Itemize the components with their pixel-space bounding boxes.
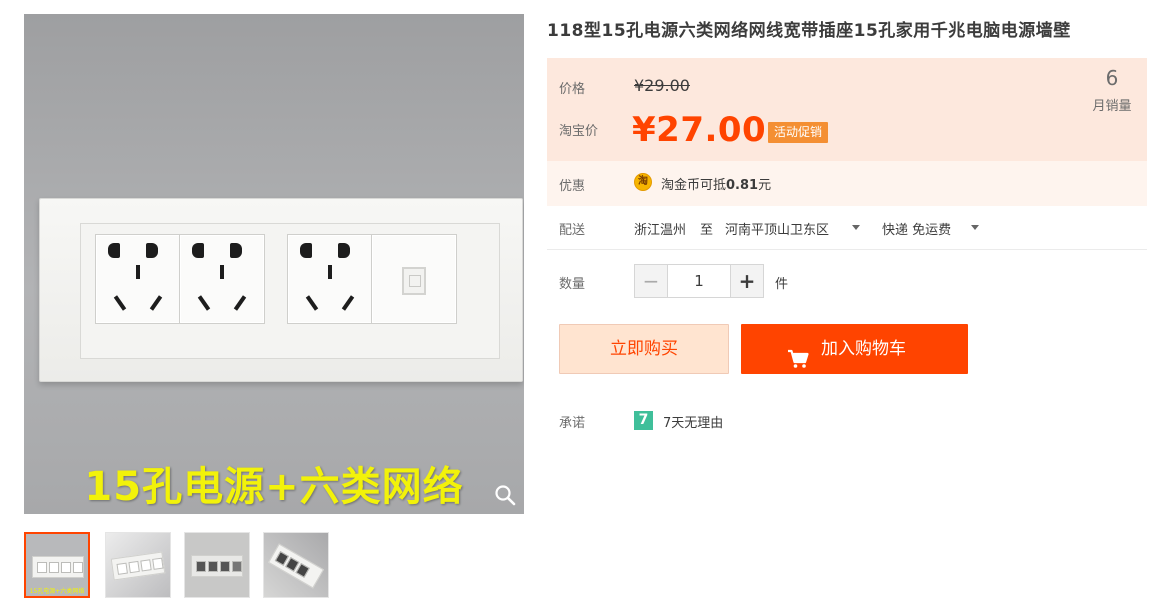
shopping-cart-icon bbox=[787, 339, 809, 368]
thumbnail-1[interactable]: 15孔电源+六类网络 bbox=[24, 532, 90, 598]
discount-label: 优惠 bbox=[559, 179, 586, 194]
taobao-price-label: 淘宝价 bbox=[559, 124, 599, 139]
price-label: 价格 bbox=[559, 82, 586, 97]
monthly-sales-label: 月销量 bbox=[1092, 99, 1132, 114]
shipping-origin: 浙江温州 bbox=[634, 223, 687, 238]
divider bbox=[547, 249, 1147, 250]
thumbnail-3[interactable] bbox=[184, 532, 250, 598]
seven-day-return-icon: 7 bbox=[634, 411, 653, 430]
quantity-label: 数量 bbox=[559, 277, 586, 292]
current-price: ¥27.00 bbox=[632, 110, 767, 150]
socket-frame bbox=[80, 223, 500, 359]
thumbnail-4[interactable] bbox=[263, 532, 329, 598]
power-socket-1 bbox=[95, 234, 181, 324]
power-socket-3 bbox=[287, 234, 373, 324]
caret-down-icon[interactable] bbox=[971, 225, 979, 230]
add-to-cart-label: 加入购物车 bbox=[821, 339, 906, 359]
shipping-destination-select[interactable]: 河南平顶山卫东区 bbox=[725, 219, 829, 238]
search-zoom-icon[interactable] bbox=[494, 484, 516, 506]
taobao-coin-icon: 淘 bbox=[634, 173, 652, 191]
quantity-input[interactable] bbox=[669, 265, 729, 297]
quantity-unit: 件 bbox=[775, 277, 789, 292]
thumbnail-2[interactable] bbox=[105, 532, 171, 598]
socket-plate bbox=[39, 198, 523, 382]
original-price: ¥29.00 bbox=[634, 76, 690, 95]
quantity-decrease-button[interactable]: − bbox=[635, 265, 668, 297]
add-to-cart-button[interactable]: 加入购物车 bbox=[741, 324, 968, 374]
shipping-method-select[interactable]: 快递 免运费 bbox=[882, 219, 951, 238]
monthly-sales-count: 6 bbox=[1105, 66, 1119, 90]
coin-discount-text: 淘金币可抵0.81元 bbox=[661, 178, 772, 193]
main-product-image[interactable]: 15孔电源+六类网络 bbox=[24, 14, 524, 514]
shipping-label: 配送 bbox=[559, 223, 586, 238]
caret-down-icon[interactable] bbox=[852, 225, 860, 230]
thumbnail-caption: 15孔电源+六类网络 bbox=[29, 588, 85, 595]
network-port bbox=[371, 234, 457, 324]
image-caption: 15孔电源+六类网络 bbox=[84, 464, 464, 510]
shipping-to: 至 bbox=[700, 223, 714, 238]
product-title: 118型15孔电源六类网络网线宽带插座15孔家用千兆电脑电源墙壁 bbox=[547, 21, 1071, 41]
promise-text[interactable]: 7天无理由 bbox=[663, 412, 723, 431]
power-socket-2 bbox=[179, 234, 265, 324]
quantity-increase-button[interactable]: + bbox=[730, 265, 763, 297]
promo-tag: 活动促销 bbox=[768, 122, 829, 143]
promise-label: 承诺 bbox=[559, 416, 586, 431]
buy-now-button[interactable]: 立即购买 bbox=[559, 324, 729, 374]
quantity-stepper: − + bbox=[634, 264, 764, 298]
